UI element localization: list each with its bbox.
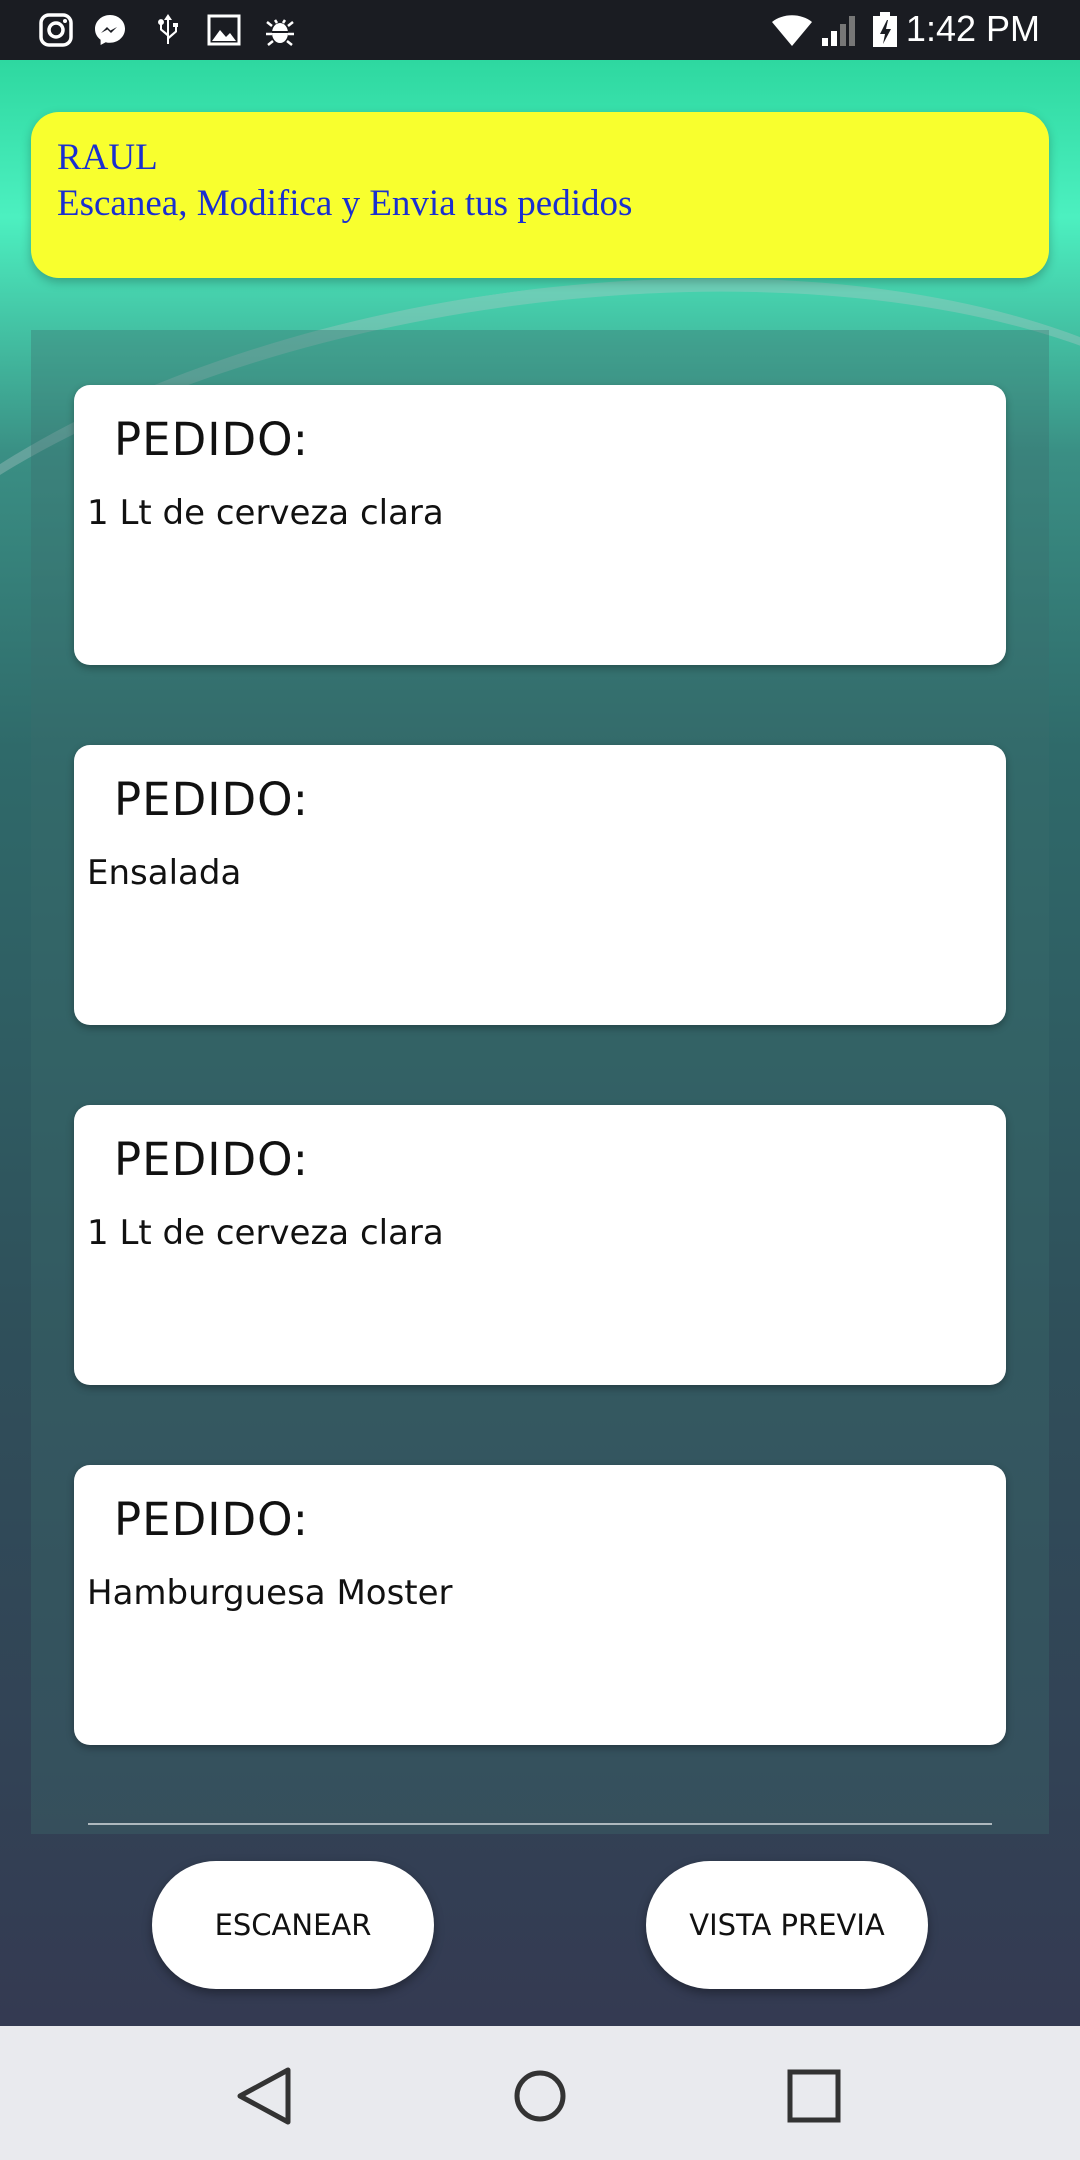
order-text: Ensalada	[87, 853, 242, 893]
orders-list[interactable]: PEDIDO: 1 Lt de cerveza clara PEDIDO: En…	[31, 330, 1049, 1834]
usb-icon	[158, 14, 178, 44]
order-label: PEDIDO:	[114, 773, 309, 826]
order-card[interactable]: PEDIDO: 1 Lt de cerveza clara	[74, 385, 1006, 665]
header-subtitle: Escanea, Modifica y Envia tus pedidos	[57, 183, 633, 224]
messenger-icon	[95, 15, 125, 45]
header-card: RAUL Escanea, Modifica y Envia tus pedid…	[31, 112, 1049, 278]
order-text: 1 Lt de cerveza clara	[87, 1213, 444, 1253]
scan-button[interactable]: ESCANEAR	[152, 1861, 434, 1989]
status-bar: 1:42 PM	[0, 0, 1080, 60]
preview-button[interactable]: VISTA PREVIA	[646, 1861, 928, 1989]
wifi-icon	[772, 15, 812, 46]
order-card[interactable]: PEDIDO: 1 Lt de cerveza clara	[74, 1105, 1006, 1385]
order-text: 1 Lt de cerveza clara	[87, 493, 444, 533]
clock: 1:42 PM	[905, 8, 1040, 49]
back-icon[interactable]	[224, 2056, 304, 2136]
instagram-icon	[39, 13, 73, 47]
gallery-icon	[207, 14, 241, 46]
order-card[interactable]: PEDIDO: Ensalada	[74, 745, 1006, 1025]
debug-bug-icon	[266, 19, 294, 46]
home-icon[interactable]	[500, 2056, 580, 2136]
signal-icon	[822, 16, 855, 46]
order-label: PEDIDO:	[114, 1133, 309, 1186]
order-label: PEDIDO:	[114, 1493, 309, 1546]
navigation-bar	[0, 2026, 1080, 2160]
list-divider	[88, 1823, 992, 1825]
user-name: RAUL	[57, 137, 158, 178]
order-label: PEDIDO:	[114, 413, 309, 466]
battery-charging-icon	[873, 12, 897, 47]
order-card[interactable]: PEDIDO: Hamburguesa Moster	[74, 1465, 1006, 1745]
order-text: Hamburguesa Moster	[87, 1573, 453, 1613]
recents-icon[interactable]	[774, 2056, 854, 2136]
